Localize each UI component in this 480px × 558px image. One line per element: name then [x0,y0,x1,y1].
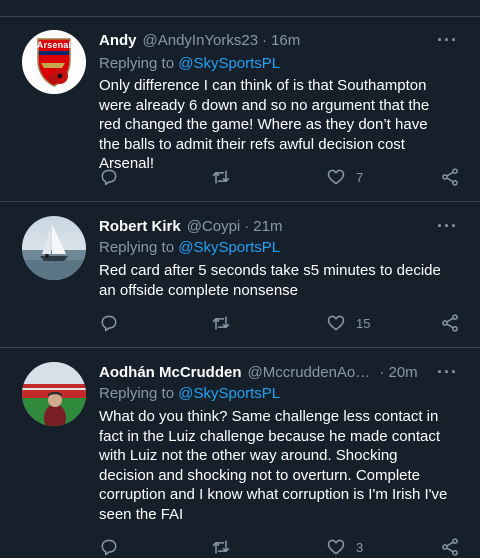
tweet-card[interactable]: Arsenal Andy @AndyInYorks23 · 16m ··· Re… [0,0,480,202]
reply-icon [101,315,117,332]
author-name[interactable]: Aodhán McCrudden [99,364,242,381]
share-button[interactable] [440,312,460,334]
separator-dot: · [262,32,268,49]
more-options-icon[interactable]: ··· [437,216,458,237]
reply-button[interactable] [99,166,119,188]
reply-button[interactable] [99,536,119,558]
more-options-icon[interactable]: ··· [437,362,458,383]
avatar[interactable] [22,216,86,280]
separator-dot: · [379,364,385,381]
author-handle[interactable]: @MccruddenAod... [248,364,376,381]
tweet-card[interactable]: Aodhán McCrudden @MccruddenAod... · 20m … [0,348,480,556]
tweet-header: Aodhán McCrudden @MccruddenAod... · 20m [99,364,428,381]
author-handle[interactable]: @AndyInYorks23 [143,32,259,49]
timestamp[interactable]: 16m [271,32,300,49]
reply-icon [101,539,117,556]
heart-icon [327,169,345,185]
replying-to-link[interactable]: @SkySportsPL [178,385,280,402]
author-handle[interactable]: @Coypi [187,218,241,235]
replying-to-label: Replying to [99,239,179,256]
tweet-text: Red card after 5 seconds take s5 minutes… [99,262,441,299]
timestamp[interactable]: 20m [389,364,418,381]
share-icon [442,168,458,186]
retweet-icon [212,170,230,184]
reply-icon [101,169,117,186]
like-button[interactable]: 15 [326,312,370,334]
timestamp[interactable]: 21m [253,218,282,235]
reply-button[interactable] [99,312,119,334]
retweet-button[interactable] [211,166,231,188]
replying-to-label: Replying to [99,385,179,402]
tweet-header: Andy @AndyInYorks23 · 16m [99,32,428,49]
share-button[interactable] [440,536,460,558]
like-button[interactable]: 7 [326,166,363,188]
replying-to: Replying to @SkySportsPL [99,239,280,256]
more-options-icon[interactable]: ··· [437,30,458,51]
tweet-actions: 3 [99,536,469,558]
author-name[interactable]: Robert Kirk [99,218,181,235]
retweet-button[interactable] [211,536,231,558]
avatar[interactable]: Arsenal [22,30,86,94]
like-button[interactable]: 3 [326,536,363,558]
retweet-button[interactable] [211,312,231,334]
tweet-card[interactable]: Robert Kirk @Coypi · 21m ··· Replying to… [0,202,480,348]
like-count: 3 [356,539,364,555]
heart-icon [327,539,345,555]
avatar-badge-text: Arsenal [36,40,72,50]
replying-to-label: Replying to [99,55,179,72]
retweet-icon [212,540,230,554]
like-count: 7 [356,169,364,185]
share-button[interactable] [440,166,460,188]
like-count: 15 [356,315,371,331]
replying-to: Replying to @SkySportsPL [99,385,280,402]
tweet-actions: 15 [99,312,469,334]
tweet-text: What do you think? Same challenge less c… [99,408,448,523]
replying-to-link[interactable]: @SkySportsPL [178,55,280,72]
replying-to-link[interactable]: @SkySportsPL [178,239,280,256]
avatar[interactable] [22,362,86,426]
share-icon [442,538,458,556]
replying-to: Replying to @SkySportsPL [99,55,280,72]
separator-dot: · [244,218,250,235]
tweet-text: Only difference I can think of is that S… [99,77,430,172]
share-icon [442,314,458,332]
tweet-header: Robert Kirk @Coypi · 21m [99,218,428,235]
tweet-actions: 7 [99,166,469,188]
heart-icon [327,315,345,331]
retweet-icon [212,316,230,330]
author-name[interactable]: Andy [99,32,137,49]
